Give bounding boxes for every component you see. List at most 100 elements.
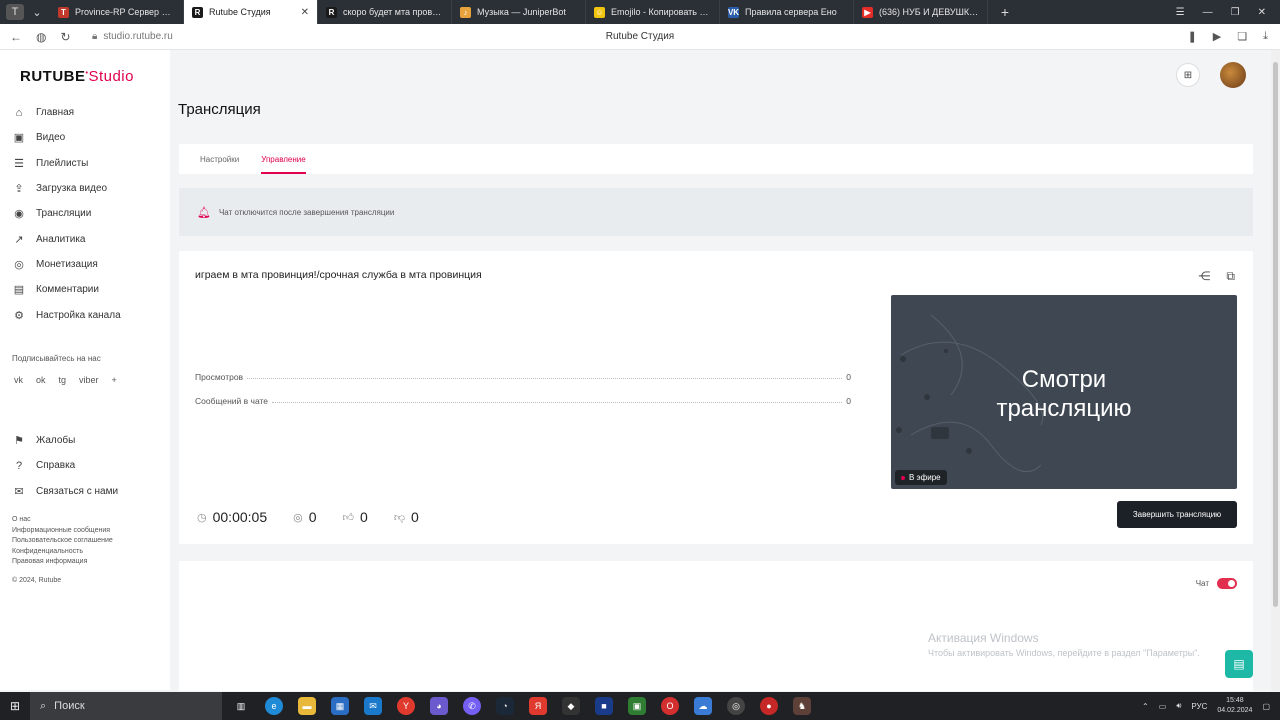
browser-page-title: Rutube Студия [605, 31, 675, 42]
browser-tab[interactable]: ♪ Музыка — JuniperBot [452, 0, 586, 24]
stream-card: играем в мта провинция!/срочная служба в… [179, 251, 1253, 544]
sidebar-item-label: Жалобы [36, 435, 76, 447]
sidebar-item-monetization[interactable]: ◎ Монетизация [12, 252, 121, 277]
preview-line-2: трансляцию [996, 395, 1132, 422]
browser-tab[interactable]: ▶ (636) НУБ И ДЕВУШКА ПР [854, 0, 988, 24]
notifications-icon[interactable]: ▢ [1262, 702, 1270, 711]
tab-menu-icon[interactable]: ⌄ [28, 4, 46, 20]
app-icon[interactable]: ◆ [562, 697, 580, 715]
browser-tab[interactable]: Rскоро будет мта провинци [318, 0, 452, 24]
close-tab-icon[interactable]: ✕ [301, 7, 309, 18]
mail-icon[interactable]: ✉ [364, 697, 382, 715]
viewers-value: 0 [308, 509, 317, 525]
clock[interactable]: 15:48 04.02.2024 [1217, 696, 1252, 716]
logo[interactable]: RUTUBE•Studio [20, 68, 134, 85]
app-blue-icon[interactable]: ■ [595, 697, 613, 715]
screencast-icon[interactable]: ▶ [1213, 30, 1221, 43]
footer-link[interactable]: Пользовательское соглашение [12, 536, 113, 547]
opera-icon[interactable]: O [661, 697, 679, 715]
viber-icon[interactable]: viber [79, 375, 99, 385]
store-icon[interactable]: ▦ [331, 697, 349, 715]
edge-icon[interactable]: e [265, 697, 283, 715]
obs-icon[interactable]: ● [760, 697, 778, 715]
browser-tab[interactable]: T Province-RP Сервер #7 - F [50, 0, 184, 24]
sidebar-item-analytics[interactable]: ↗ Аналитика [12, 226, 121, 251]
task-view-icon[interactable]: ▥ [232, 697, 250, 715]
tab-favicon-icon: R [192, 6, 203, 18]
footer-link[interactable]: Правовая информация [12, 557, 113, 568]
open-external-icon[interactable]: ⧉ [1226, 269, 1235, 284]
bookmark-icon[interactable]: ❚ [1188, 30, 1197, 43]
vk-icon[interactable]: vk [14, 375, 23, 385]
browser-tab[interactable]: VK Правила сервера Ено [720, 0, 854, 24]
reload-icon[interactable]: ↻ [60, 30, 70, 44]
add-content-button[interactable]: ⊞ [1176, 63, 1200, 87]
page-scrollbar[interactable] [1271, 50, 1280, 691]
new-tab-button[interactable]: + [994, 3, 1016, 21]
preview-text: Смотри трансляцию [891, 365, 1237, 423]
footer-link[interactable]: Информационные сообщения [12, 526, 113, 537]
footer-link[interactable]: О нас [12, 515, 113, 526]
sidebar-item-playlists[interactable]: ☰ Плейлисты [12, 151, 121, 176]
share-icon[interactable]: ⋲ [1198, 269, 1210, 284]
sidebar-item-video[interactable]: ▣ Видео [12, 125, 121, 150]
discord-icon[interactable]: ◕ [430, 697, 448, 715]
more-icon[interactable]: + [112, 375, 117, 385]
tab-settings[interactable]: Настройки [200, 144, 239, 174]
sidebar-item-channel-settings[interactable]: ⚙ Настройка канала [12, 302, 121, 327]
avatar[interactable] [1220, 62, 1246, 88]
network-icon[interactable]: ▭ [1159, 702, 1167, 711]
sidebar-item-broadcasts[interactable]: ◉ Трансляции [12, 201, 121, 226]
collections-icon[interactable]: ❏ [1237, 30, 1247, 43]
chat-toggle-switch[interactable] [1217, 578, 1237, 589]
ok-icon[interactable]: ok [36, 375, 46, 385]
stat-views: Просмотров 0 [195, 372, 851, 382]
app-cloud-icon[interactable]: ☁ [694, 697, 712, 715]
language-indicator[interactable]: РУС [1191, 702, 1207, 711]
minimize-icon[interactable]: — [1203, 7, 1213, 18]
explorer-icon[interactable]: ▬ [298, 697, 316, 715]
support-chat-button[interactable]: ▤ [1225, 650, 1253, 678]
viber-icon[interactable]: ✆ [463, 697, 481, 715]
url-field[interactable]: 🔒︎ studio.rutube.ru [92, 31, 173, 42]
end-stream-button[interactable]: Завершить трансляцию [1117, 501, 1237, 528]
browser-tab[interactable]: ☺ Emojilo - Копировать вставить [586, 0, 720, 24]
steam-icon[interactable]: ◔ [496, 697, 514, 715]
yandex-browser-icon[interactable]: Y [397, 697, 415, 715]
sidebar-item-upload[interactable]: ⇪ Загрузка видео [12, 176, 121, 201]
stream-preview[interactable]: Смотри трансляцию В эфире [891, 295, 1237, 489]
sidebar-item-help[interactable]: ? Справка [12, 453, 118, 478]
download-icon[interactable]: ⤓ [1263, 30, 1268, 43]
browser-tab[interactable]: R Rutube Студия ✕ [184, 0, 318, 24]
sidebar-item-contact[interactable]: ✉ Связаться с нами [12, 479, 118, 504]
yandex-icon[interactable]: Я [529, 697, 547, 715]
app-wheel-icon[interactable]: ◎ [727, 697, 745, 715]
windows-start-icon[interactable]: ⊞ [0, 699, 30, 713]
profile-icon[interactable]: T [6, 4, 24, 20]
app-green-icon[interactable]: ▣ [628, 697, 646, 715]
sidebar-item-comments[interactable]: ▤ Комментарии [12, 277, 121, 302]
url-text: studio.rutube.ru [103, 31, 173, 42]
taskbar-search[interactable]: ⌕ Поиск [30, 692, 222, 720]
tray-arrow-icon[interactable]: ⌃ [1142, 702, 1149, 711]
sidebar-item-home[interactable]: ⌂ Главная [12, 100, 121, 125]
maximize-icon[interactable]: ❐ [1231, 7, 1240, 18]
telegram-icon[interactable]: tg [59, 375, 67, 385]
contact-icon: ✉ [14, 485, 24, 498]
stream-title: играем в мта провинция!/срочная служба в… [195, 269, 482, 281]
home-shield-icon[interactable]: ◍ [36, 30, 46, 44]
tab-management[interactable]: Управление [261, 144, 307, 174]
back-icon[interactable]: ← [10, 30, 22, 44]
tab-label: Rutube Студия [209, 7, 271, 17]
broadcast-icon: ◉ [14, 208, 24, 221]
window-controls: ☰ — ❐ ✕ [1176, 7, 1280, 18]
app-game-icon[interactable]: ♞ [793, 697, 811, 715]
stat-value: 0 [846, 396, 851, 406]
menu-icon[interactable]: ☰ [1176, 7, 1185, 18]
scrollbar-thumb[interactable] [1273, 62, 1278, 607]
browser-profile-area: T ⌄ [0, 4, 50, 20]
close-window-icon[interactable]: ✕ [1258, 7, 1266, 18]
footer-link[interactable]: Конфиденциальность [12, 547, 113, 558]
volume-icon[interactable]: 🔊︎ [1176, 701, 1181, 711]
sidebar-item-complaints[interactable]: ⚑ Жалобы [12, 428, 118, 453]
